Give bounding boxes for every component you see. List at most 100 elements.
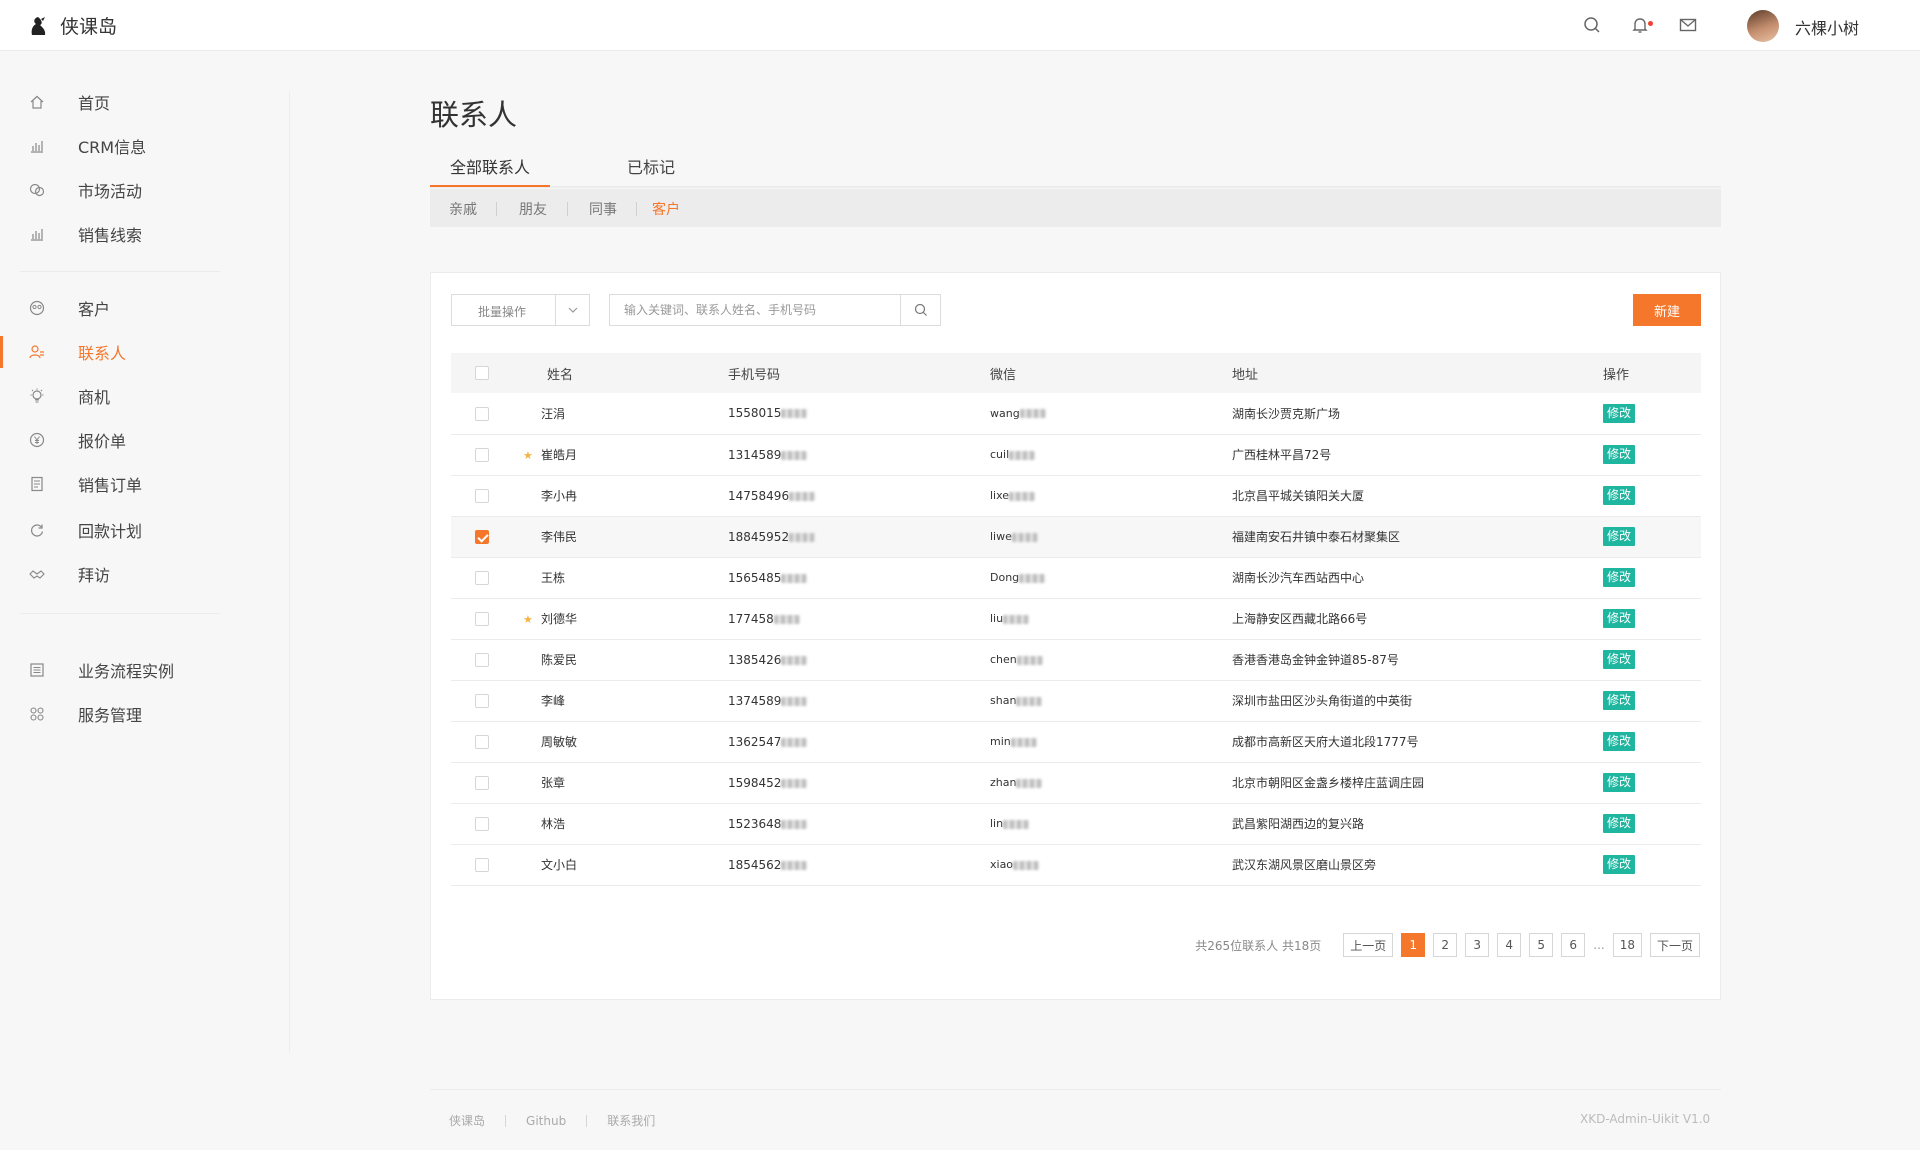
select-all-checkbox[interactable] — [475, 366, 489, 380]
next-page-button[interactable]: 下一页 — [1649, 933, 1700, 957]
page-button[interactable]: 1 — [1401, 933, 1426, 957]
sidebar-item[interactable]: 回款计划 — [0, 510, 289, 550]
tab-marked[interactable]: 已标记 — [627, 154, 675, 178]
lightbulb-icon — [28, 387, 46, 405]
search-input[interactable] — [610, 295, 900, 325]
edit-button[interactable]: 修改 — [1603, 486, 1636, 505]
sidebar-item[interactable]: 报价单 — [0, 420, 289, 460]
table-row[interactable]: 李峰 1374589 shan 深圳市盐田区沙头角街道的中英街 修改 — [451, 680, 1701, 722]
edit-button[interactable]: 修改 — [1603, 609, 1636, 628]
new-contact-button[interactable]: 新建 — [1633, 294, 1701, 326]
edit-button[interactable]: 修改 — [1603, 773, 1636, 792]
search-icon[interactable] — [1582, 15, 1602, 35]
table-row[interactable]: 王栋 1565485 Dong 湖南长沙汽车西站西中心 修改 — [451, 557, 1701, 599]
contact-address: 香港香港岛金钟金钟道85-87号 — [1232, 653, 1399, 667]
subtab-colleagues[interactable]: 同事 — [589, 199, 617, 219]
row-checkbox[interactable] — [475, 488, 489, 503]
contact-phone: 14758496 — [728, 488, 790, 503]
sidebar-item[interactable]: 销售线索 — [0, 214, 289, 254]
table-row[interactable]: 李小冉 14758496 lixe 北京昌平城关镇阳关大厦 修改 — [451, 475, 1701, 517]
row-checkbox[interactable] — [475, 611, 489, 626]
table-row[interactable]: 林浩 1523648 lin 武昌紫阳湖西边的复兴路 修改 — [451, 803, 1701, 845]
contact-address: 湖南长沙贾克斯广场 — [1232, 406, 1341, 421]
sidebar-item[interactable]: 联系人 — [0, 332, 289, 372]
table-row[interactable]: 文小白 1854562 xiao 武汉东湖风景区磨山景区旁 修改 — [451, 844, 1701, 886]
page-button[interactable]: 6 — [1561, 933, 1586, 957]
table-row[interactable]: 张章 1598452 zhan 北京市朝阳区金盏乡楼梓庄蓝调庄园 修改 — [451, 762, 1701, 804]
row-checkbox[interactable] — [475, 857, 489, 872]
page-button[interactable]: 18 — [1612, 933, 1642, 957]
row-checkbox[interactable] — [475, 447, 489, 462]
sidebar-item[interactable]: 拜访 — [0, 554, 289, 594]
sidebar-item[interactable]: 市场活动 — [0, 170, 289, 210]
page-button[interactable]: 3 — [1465, 933, 1490, 957]
row-checkbox[interactable] — [475, 734, 489, 749]
table-row[interactable]: ★ 崔皓月 1314589 cuil 广西桂林平昌72号 修改 — [451, 434, 1701, 476]
subtab-customers[interactable]: 客户 — [652, 199, 680, 219]
subtab-friends[interactable]: 朋友 — [519, 199, 547, 219]
bell-icon[interactable] — [1630, 15, 1653, 35]
batch-operation-select[interactable]: 批量操作 — [451, 294, 590, 326]
sidebar-item-label: CRM信息 — [78, 138, 147, 157]
edit-button[interactable]: 修改 — [1603, 732, 1636, 751]
contact-wechat: Dong — [990, 571, 1020, 584]
edit-button[interactable]: 修改 — [1603, 691, 1636, 710]
footer-divider — [430, 1089, 1721, 1090]
page-button[interactable]: 5 — [1529, 933, 1554, 957]
contact-address: 广西桂林平昌72号 — [1232, 448, 1332, 462]
prev-page-button[interactable]: 上一页 — [1343, 933, 1394, 957]
row-checkbox[interactable] — [475, 570, 489, 585]
row-checkbox[interactable] — [475, 693, 489, 708]
mail-icon[interactable] — [1678, 15, 1698, 35]
sidebar-item[interactable]: 业务流程实例 — [0, 650, 289, 690]
subtab-separator — [636, 202, 637, 216]
edit-button[interactable]: 修改 — [1603, 855, 1636, 874]
sidebar-item[interactable]: 商机 — [0, 376, 289, 416]
contact-phone: 1385426 — [728, 652, 782, 667]
page-button[interactable]: 4 — [1497, 933, 1522, 957]
sidebar-item-label: 销售线索 — [78, 226, 143, 245]
edit-button[interactable]: 修改 — [1603, 814, 1636, 833]
tab-all-contacts[interactable]: 全部联系人 — [450, 154, 530, 178]
contact-wechat: wang — [990, 406, 1020, 420]
column-header-actions: 操作 — [1603, 353, 1701, 393]
redacted-mask — [789, 532, 816, 542]
edit-button[interactable]: 修改 — [1603, 650, 1636, 669]
search-button[interactable] — [900, 295, 940, 325]
chevron-down-icon[interactable] — [555, 295, 589, 325]
sidebar-group-divider — [20, 613, 220, 614]
edit-button[interactable]: 修改 — [1603, 403, 1636, 423]
footer-link-contact[interactable]: 联系我们 — [607, 1112, 655, 1129]
brand-logo[interactable]: 侠课岛 — [28, 12, 117, 39]
chat-bubbles-icon — [28, 181, 46, 199]
edit-button[interactable]: 修改 — [1603, 527, 1636, 546]
table-row[interactable]: 李伟民 18845952 liwe 福建南安石井镇中泰石材聚集区 修改 — [451, 516, 1701, 558]
sidebar-item[interactable]: 销售订单 — [0, 464, 289, 504]
contact-phone: 1558015 — [728, 406, 782, 421]
table-row[interactable]: ★ 刘德华 177458 liu 上海静安区西藏北路66号 修改 — [451, 598, 1701, 640]
contact-wechat: cuil — [990, 448, 1010, 461]
table-row[interactable]: 汪涓 1558015 wang 湖南长沙贾克斯广场 修改 — [451, 393, 1701, 435]
avatar[interactable] — [1747, 10, 1779, 42]
sidebar-item[interactable]: 首页 — [0, 82, 289, 122]
edit-button[interactable]: 修改 — [1603, 445, 1636, 464]
sidebar-item[interactable]: CRM信息 — [0, 126, 289, 166]
row-checkbox[interactable] — [475, 529, 489, 544]
pagination-ellipsis: ... — [1593, 938, 1605, 952]
subtab-relatives[interactable]: 亲戚 — [449, 199, 477, 219]
footer-link-home[interactable]: 侠课岛 — [449, 1112, 485, 1129]
sidebar-item[interactable]: 客户 — [0, 288, 289, 328]
row-checkbox[interactable] — [475, 652, 489, 667]
row-checkbox[interactable] — [475, 816, 489, 831]
contact-wechat: chen — [990, 653, 1017, 666]
footer-link-github[interactable]: Github — [526, 1114, 566, 1128]
user-name[interactable]: 六棵小树 — [1795, 15, 1859, 39]
redacted-mask — [781, 409, 808, 419]
table-row[interactable]: 周敏敏 1362547 min 成都市高新区天府大道北段1777号 修改 — [451, 721, 1701, 763]
page-button[interactable]: 2 — [1433, 933, 1458, 957]
row-checkbox[interactable] — [475, 775, 489, 790]
sidebar-item[interactable]: 服务管理 — [0, 694, 289, 734]
row-checkbox[interactable] — [475, 406, 489, 421]
edit-button[interactable]: 修改 — [1603, 568, 1636, 587]
table-row[interactable]: 陈爱民 1385426 chen 香港香港岛金钟金钟道85-87号 修改 — [451, 639, 1701, 681]
